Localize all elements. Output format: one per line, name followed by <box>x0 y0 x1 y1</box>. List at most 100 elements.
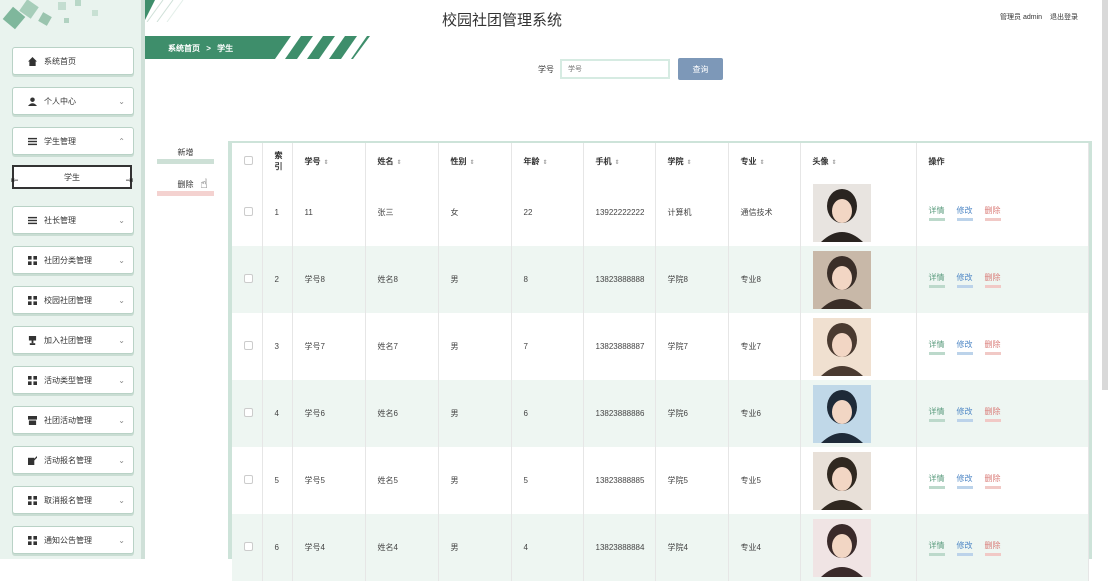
add-button[interactable]: 新增 <box>157 146 214 164</box>
sidebar-item-2[interactable]: 学生管理 ⌃ <box>12 127 134 155</box>
sidebar-item-6[interactable]: 加入社团管理 ⌄ <box>12 326 134 354</box>
detail-link[interactable]: 详情 <box>928 540 945 556</box>
logout-link[interactable]: 退出登录 <box>1050 14 1078 21</box>
sort-icon[interactable]: ⇕ <box>543 160 548 166</box>
cell-ops: 详情 修改 删除 <box>916 514 1089 581</box>
search-input[interactable] <box>560 59 670 79</box>
edit-link[interactable]: 修改 <box>956 339 973 355</box>
detail-link[interactable]: 详情 <box>928 473 945 489</box>
sort-icon[interactable]: ⇕ <box>470 160 475 166</box>
delete-link[interactable]: 删除 <box>984 540 1001 556</box>
column-header-major[interactable]: 专业 ⇕ <box>728 143 801 179</box>
column-header-index: 索 引 <box>262 143 293 179</box>
edit-link[interactable]: 修改 <box>956 540 973 556</box>
edit-link[interactable]: 修改 <box>956 406 973 422</box>
sidebar-item-label: 校园社团管理 <box>44 295 92 305</box>
sidebar-item-7[interactable]: 活动类型管理 ⌄ <box>12 366 134 394</box>
cell-name: 姓名4 <box>365 514 439 581</box>
sidebar-item-10[interactable]: 取消报名管理 ⌄ <box>12 486 134 514</box>
cell-avatar <box>800 179 917 246</box>
edit-link[interactable]: 修改 <box>956 272 973 288</box>
table-row[interactable]: 6 学号4 姓名4 男 4 13823888884 学院4 专业4 详情 修改 删除 <box>232 514 1089 581</box>
cell-phone: 13823888887 <box>583 313 656 380</box>
submenu-item-student[interactable]: ⇤ 学生 ⇥ <box>11 165 133 189</box>
column-header-ops: 操作 <box>916 143 1089 179</box>
edit-link[interactable]: 修改 <box>956 205 973 221</box>
cell-college: 学院4 <box>655 514 729 581</box>
row-checkbox[interactable] <box>232 514 263 581</box>
detail-link[interactable]: 详情 <box>928 205 945 221</box>
cell-index: 5 <box>262 447 293 514</box>
search-label: 学号 <box>538 64 554 74</box>
page-scrollbar[interactable] <box>1102 0 1108 390</box>
sidebar-item-11[interactable]: 通知公告管理 ⌄ <box>12 526 134 554</box>
sidebar-item-3[interactable]: 社长管理 ⌄ <box>12 206 134 234</box>
sidebar-item-8[interactable]: 社团活动管理 ⌄ <box>12 406 134 434</box>
cell-name: 姓名7 <box>365 313 439 380</box>
cell-id: 学号4 <box>292 514 366 581</box>
column-header-phone[interactable]: 手机 ⇕ <box>583 143 656 179</box>
sort-icon[interactable]: ⇕ <box>397 160 402 166</box>
sidebar-scrollbar[interactable] <box>141 0 145 559</box>
sidebar-item-label: 加入社团管理 <box>44 335 92 345</box>
detail-link[interactable]: 详情 <box>928 272 945 288</box>
sidebar-item-label: 学生管理 <box>44 136 76 146</box>
column-header-name[interactable]: 姓名 ⇕ <box>365 143 439 179</box>
sidebar-item-1[interactable]: 个人中心 ⌄ <box>12 87 134 115</box>
delete-link[interactable]: 删除 <box>984 473 1001 489</box>
sort-icon[interactable]: ⇕ <box>760 160 765 166</box>
column-header-avatar[interactable]: 头像 ⇕ <box>800 143 917 179</box>
cell-age: 4 <box>511 514 584 581</box>
cell-name: 姓名6 <box>365 380 439 447</box>
avatar <box>812 250 871 309</box>
cell-id: 学号6 <box>292 380 366 447</box>
system-title: 校园社团管理系统 <box>442 12 563 29</box>
delete-link[interactable]: 删除 <box>984 339 1001 355</box>
select-all-checkbox[interactable] <box>232 143 263 179</box>
chevron-down-icon: ⌄ <box>118 97 125 106</box>
table-row[interactable]: 3 学号7 姓名7 男 7 13823888887 学院7 专业7 详情 修改 删除 <box>232 313 1089 380</box>
search-button[interactable]: 查询 <box>678 58 723 80</box>
cell-phone: 13823888886 <box>583 380 656 447</box>
row-checkbox[interactable] <box>232 313 263 380</box>
cell-gender: 男 <box>438 380 512 447</box>
column-header-id[interactable]: 学号 ⇕ <box>292 143 366 179</box>
cell-major: 专业5 <box>728 447 801 514</box>
sidebar-item-9[interactable]: 活动报名管理 ⌄ <box>12 446 134 474</box>
row-checkbox[interactable] <box>232 380 263 447</box>
table-row[interactable]: 2 学号8 姓名8 男 8 13823888888 学院8 专业8 详情 修改 删除 <box>232 246 1089 313</box>
sidebar-item-label: 社长管理 <box>44 215 76 225</box>
cell-college: 学院5 <box>655 447 729 514</box>
detail-link[interactable]: 详情 <box>928 339 945 355</box>
sidebar-item-0[interactable]: 系统首页 <box>12 47 134 75</box>
top-bar: 校园社团管理系统 管理员 admin 退出登录 <box>145 0 1108 36</box>
column-header-age[interactable]: 年龄 ⇕ <box>511 143 584 179</box>
chevron-down-icon: ⌄ <box>118 416 125 425</box>
breadcrumb-home[interactable]: 系统首页 <box>168 44 200 53</box>
index-header-line: 索 <box>274 151 283 160</box>
cell-gender: 男 <box>438 246 512 313</box>
column-header-gender[interactable]: 性别 ⇕ <box>438 143 512 179</box>
sort-icon[interactable]: ⇕ <box>832 160 837 166</box>
sort-icon[interactable]: ⇕ <box>687 160 692 166</box>
table-row[interactable]: 1 11 张三女 22 13922222222 计算机 通信技术 详情 修改 删除 <box>232 179 1089 246</box>
sidebar-item-4[interactable]: 社团分类管理 ⌄ <box>12 246 134 274</box>
detail-link[interactable]: 详情 <box>928 406 945 422</box>
delete-link[interactable]: 删除 <box>984 205 1001 221</box>
sort-icon[interactable]: ⇕ <box>615 160 620 166</box>
column-header-college[interactable]: 学院 ⇕ <box>655 143 729 179</box>
sort-icon[interactable]: ⇕ <box>324 160 329 166</box>
row-checkbox[interactable] <box>232 246 263 313</box>
cell-college: 计算机 <box>655 179 729 246</box>
cell-college: 学院6 <box>655 380 729 447</box>
table-row[interactable]: 4 学号6 姓名6 男 6 13823888886 学院6 专业6 详情 修改 删除 <box>232 380 1089 447</box>
delete-link[interactable]: 删除 <box>984 406 1001 422</box>
row-checkbox[interactable] <box>232 447 263 514</box>
row-checkbox[interactable] <box>232 179 263 246</box>
delete-link[interactable]: 删除 <box>984 272 1001 288</box>
cell-ops: 详情 修改 删除 <box>916 246 1089 313</box>
sidebar-item-5[interactable]: 校园社团管理 ⌄ <box>12 286 134 314</box>
table-row[interactable]: 5 学号5 姓名5 男 5 13823888885 学院5 专业5 详情 修改 删除 <box>232 447 1089 514</box>
edit-link[interactable]: 修改 <box>956 473 973 489</box>
cell-avatar <box>800 380 917 447</box>
